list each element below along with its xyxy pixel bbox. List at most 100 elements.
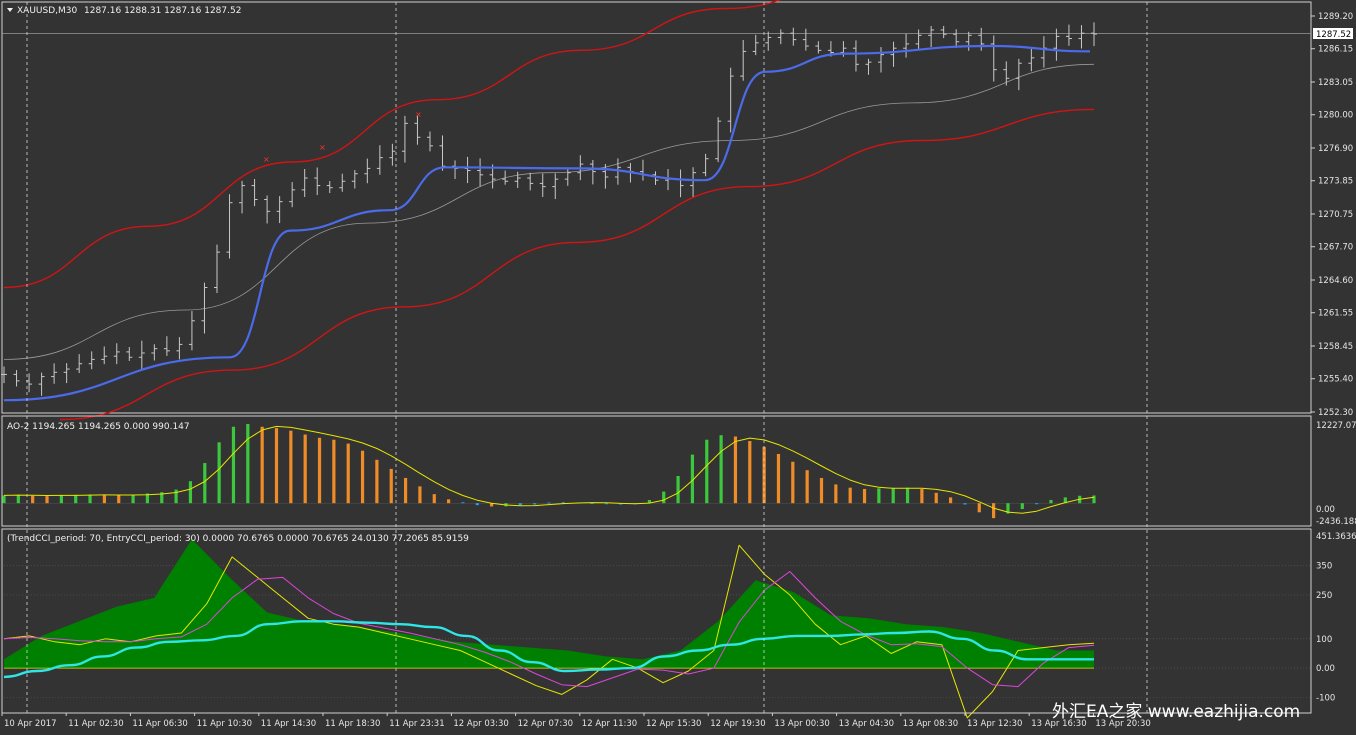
ao-histogram-bar (547, 502, 551, 504)
ao-histogram-bar (1049, 499, 1053, 504)
ao-histogram-bar (992, 503, 996, 519)
ao-histogram-bar (246, 424, 250, 504)
ao-histogram-bar (920, 488, 924, 504)
ao-histogram-bar (332, 439, 336, 504)
ao-histogram-bar (403, 477, 408, 504)
ao-histogram-bar (447, 499, 451, 504)
ao-histogram-bar (934, 492, 938, 504)
chart-symbol-label: XAUUSD,M30 (17, 6, 77, 16)
ao-histogram-bar (1035, 503, 1039, 505)
price-axis-label: 1261.55 (1318, 309, 1353, 319)
ao-histogram-bar (877, 488, 881, 504)
ao-histogram-bar (2, 495, 6, 504)
ao-axis-top: 12227.07 (1316, 421, 1356, 431)
ao-histogram-bar (604, 503, 608, 505)
trading-chart-window[interactable]: 1289.20 1286.15 1283.05 1280.00 1276.90 1273.… (0, 0, 1356, 735)
ao-histogram-bar (719, 435, 723, 504)
ao-histogram-bar (518, 503, 522, 506)
cci-axis-label: 250 (1316, 591, 1332, 601)
chart-ohlc-readout: 1287.16 1288.31 1287.16 1287.52 (84, 6, 241, 16)
fractal-up-marker: × (415, 110, 422, 119)
cci-axis-label: 100 (1316, 635, 1332, 645)
ao-histogram-bar (274, 428, 279, 504)
cci-axis-label: 0.00 (1316, 664, 1335, 674)
time-axis-label: 12 Apr 11:30 (582, 719, 637, 729)
time-axis-label: 13 Apr 08:30 (903, 719, 958, 729)
price-axis-label: 1255.40 (1318, 375, 1353, 385)
price-axis-label: 1267.70 (1318, 243, 1353, 253)
price-axis-label: 1280.00 (1318, 111, 1353, 121)
ao-histogram-bar (74, 494, 78, 504)
ao-histogram-bar (16, 494, 20, 504)
ao-histogram-bar (475, 503, 479, 506)
price-axis-label: 1273.85 (1318, 177, 1353, 187)
ao-histogram-bar (203, 463, 207, 504)
ao-histogram-bar (733, 436, 738, 504)
ao-histogram-bar (375, 459, 379, 504)
ao-histogram-bar (748, 441, 752, 504)
ao-histogram-bar (231, 426, 236, 504)
ao-histogram-bar (533, 503, 537, 505)
ao-histogram-bar (389, 468, 393, 504)
time-axis-label: 13 Apr 00:30 (774, 719, 829, 729)
ao-histogram-bar (819, 477, 824, 504)
fractal-up-marker: × (319, 143, 326, 152)
time-axis-label: 11 Apr 10:30 (197, 719, 252, 729)
time-axis-label: 12 Apr 15:30 (646, 719, 701, 729)
ao-histogram-bar (948, 497, 953, 504)
ao-axis-zero: 0.00 (1316, 505, 1335, 515)
ao-histogram-bar (88, 494, 92, 504)
ao-histogram-bar (461, 502, 465, 504)
ao-histogram-bar (360, 450, 365, 504)
price-axis-label: 1276.90 (1318, 144, 1353, 154)
ao-histogram-bar (418, 486, 422, 504)
time-axis-label: 12 Apr 19:30 (710, 719, 765, 729)
ao-histogram-bar (260, 426, 264, 504)
cci-axis-label: 451.3636 (1316, 532, 1356, 542)
ao-histogram-bar (676, 476, 680, 504)
ao-histogram-bar (1092, 495, 1096, 504)
current-price-value: 1287.52 (1316, 30, 1351, 40)
ao-histogram-bar (102, 495, 106, 504)
ao-histogram-bar (977, 503, 981, 513)
ao-histogram-bar (217, 442, 221, 504)
ao-histogram-bar (905, 487, 910, 504)
time-axis-label: 11 Apr 23:31 (389, 719, 444, 729)
ao-histogram-bar (862, 488, 867, 504)
ao-histogram-bar (317, 437, 322, 504)
time-axis-label: 11 Apr 06:30 (132, 719, 187, 729)
price-axis-label: 1264.60 (1318, 276, 1353, 286)
time-axis-label: 11 Apr 18:30 (325, 719, 380, 729)
time-axis-label: 13 Apr 12:30 (967, 719, 1022, 729)
ao-axis-bottom: -2436.188 (1316, 517, 1356, 527)
price-axis-label: 1283.05 (1318, 78, 1353, 88)
ao-histogram-bar (59, 495, 63, 504)
cci-panel-title: (TrendCCI_period: 70, EntryCCI_period: 3… (7, 534, 469, 544)
time-axis-label: 11 Apr 14:30 (261, 719, 316, 729)
ao-histogram-bar (45, 496, 49, 504)
ao-histogram-bar (174, 489, 178, 504)
ao-histogram-bar (31, 495, 35, 504)
fractal-up-marker: × (263, 155, 270, 164)
time-axis-label: 11 Apr 02:30 (68, 719, 123, 729)
ao-histogram-bar (963, 503, 967, 505)
ao-histogram-bar (346, 443, 350, 504)
time-axis-label: 12 Apr 03:30 (453, 719, 508, 729)
ao-histogram-bar (891, 488, 895, 504)
ao-histogram-bar (303, 434, 307, 504)
price-axis-label: 1289.20 (1318, 12, 1353, 22)
watermark-text: 外汇EA之家 www.eazhijia.com (1052, 702, 1300, 722)
ao-histogram-bar (289, 430, 293, 504)
ao-histogram-bar (1020, 503, 1024, 510)
time-axis-label: 13 Apr 04:30 (839, 719, 894, 729)
ao-panel-title: AO-2 1194.265 1194.265 0.000 990.147 (7, 422, 190, 432)
price-axis-label: 1258.45 (1318, 342, 1353, 352)
price-axis-label: 1270.75 (1318, 210, 1353, 220)
cci-axis-label: -100 (1316, 693, 1335, 703)
price-axis-label: 1286.15 (1318, 45, 1353, 55)
time-axis-label: 12 Apr 07:30 (518, 719, 573, 729)
ao-histogram-bar (848, 487, 852, 504)
ao-histogram-bar (188, 481, 193, 504)
ao-histogram-bar (432, 494, 436, 504)
cci-axis-label: 350 (1316, 562, 1332, 572)
